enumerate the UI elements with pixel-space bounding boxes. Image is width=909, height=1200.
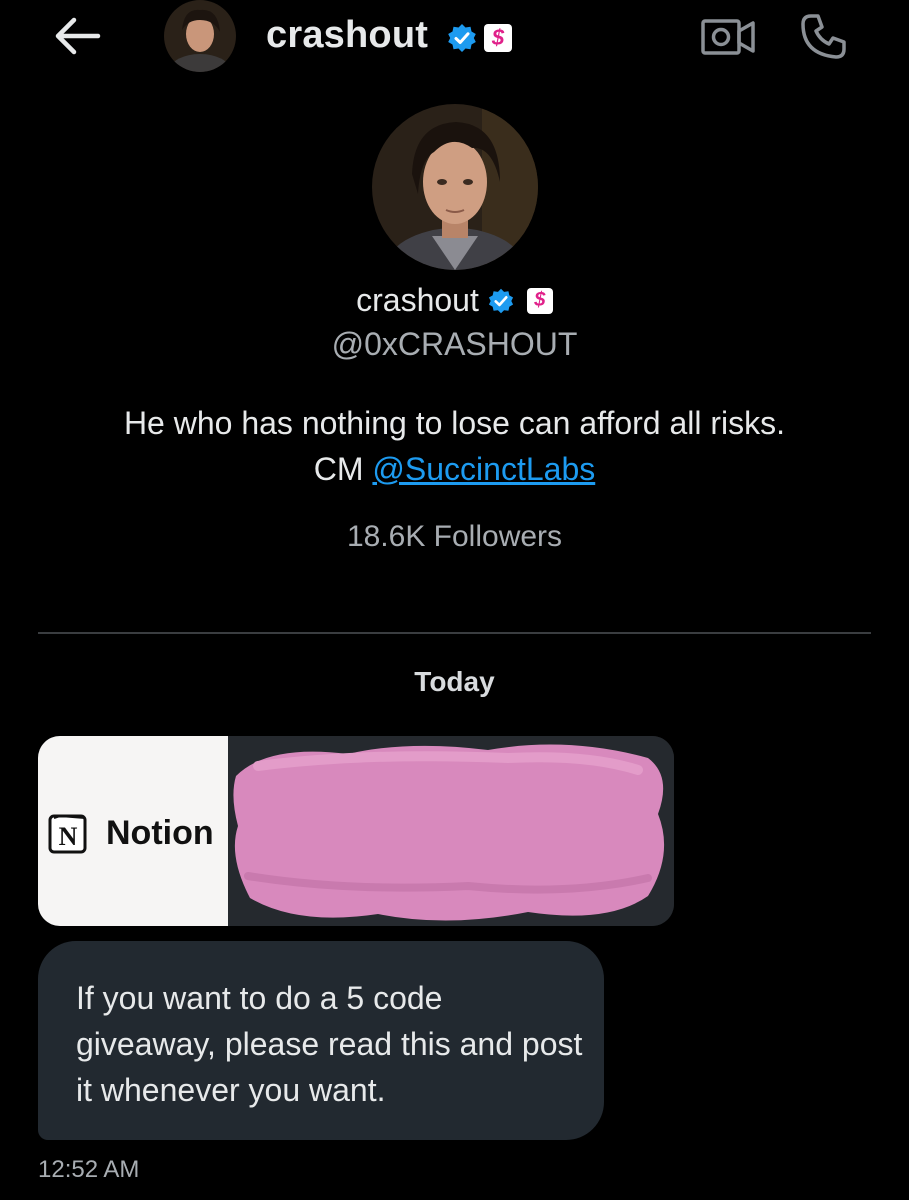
affiliate-badge-icon: $ [484,24,512,52]
bio-line-2: CM @SuccinctLabs [0,446,909,492]
video-camera-icon [701,19,755,55]
video-call-button[interactable] [700,16,756,58]
verified-badge-icon [448,24,476,52]
divider [38,632,871,634]
back-button[interactable] [50,14,102,58]
link-preview-brand: Notion [106,814,214,852]
bio-line: He who has nothing to lose can afford al… [123,405,786,441]
link-preview-thumbnail: N Notion [38,736,228,926]
header-avatar[interactable] [164,0,236,72]
svg-text:N: N [59,822,78,851]
phone-icon [801,14,846,59]
message-bubble[interactable]: If you want to do a 5 code giveaway, ple… [38,941,604,1140]
message-timestamp: 12:52 AM [38,1156,140,1183]
notion-logo-icon: N [48,814,87,854]
link-preview-details [228,736,674,926]
profile-name-row: crashout $ [0,282,909,319]
bio-prefix: CM [313,451,373,487]
verified-badge-icon [488,288,513,313]
link-preview-card[interactable]: N Notion [38,736,674,926]
arrow-left-icon [55,17,101,55]
profile-bio: He who has nothing to lose can afford al… [0,400,909,492]
date-separator: Today [414,666,495,697]
affiliate-badge-icon: $ [526,287,553,314]
header-username[interactable]: crashout [266,14,428,57]
voice-call-button[interactable] [798,12,848,62]
redaction-scribble [233,744,665,921]
profile-handle: @0xCRASHOUT [331,326,578,362]
profile-avatar[interactable] [372,104,538,270]
profile-display-name: crashout [356,282,479,318]
message-text: If you want to do a 5 code giveaway, ple… [76,980,583,1108]
bio-mention-link[interactable]: @SuccinctLabs [372,451,595,487]
header-badges: $ [446,22,512,54]
followers-count[interactable]: 18.6K Followers [0,520,909,554]
